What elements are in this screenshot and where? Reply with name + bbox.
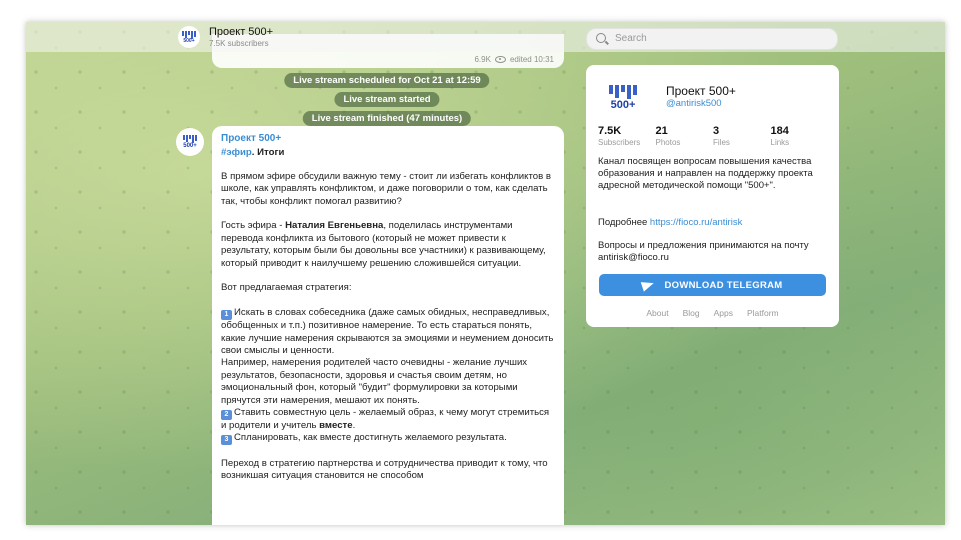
footer-link-blog[interactable]: Blog	[683, 308, 700, 318]
edited-time: edited 10:31	[509, 55, 554, 64]
download-telegram-button[interactable]: DOWNLOAD TELEGRAM	[599, 274, 826, 296]
number-3-icon: 3	[221, 435, 232, 446]
search-icon	[596, 33, 606, 43]
telegram-web-window: 6.9K edited 10:31 500+ Проект 500+ 7.5K …	[26, 22, 945, 525]
footer-link-platform[interactable]: Platform	[747, 308, 779, 318]
search-input[interactable]	[613, 32, 827, 45]
strategy-step-3: 3 Спланировать, как вместе достигнуть жел…	[221, 432, 555, 446]
post-paragraph: Переход в стратегию партнерства и сотруд…	[221, 457, 548, 482]
stat-links[interactable]: 184 Links	[771, 125, 829, 147]
service-message-scheduled: Live stream scheduled for Oct 21 at 12:5…	[284, 73, 490, 88]
more-info: Подробнее https://fioco.ru/antirisk	[598, 217, 743, 228]
views-count: 6.9K	[474, 55, 491, 64]
eye-icon	[494, 56, 506, 63]
post-paragraph: Гость эфира - Наталия Евгеньевна, подели…	[221, 220, 546, 269]
more-info-link[interactable]: https://fioco.ru/antirisk	[650, 217, 742, 228]
strategy-step-2: 2 Ставить совместную цель - желаемый обра…	[221, 407, 550, 432]
channel-post: Проект 500+ #эфир. Итоги В прямом эфире …	[212, 126, 564, 525]
subscriber-count: 7.5K subscribers	[209, 39, 269, 48]
guest-name: Наталия Евгеньевна	[285, 220, 384, 232]
footer-link-about[interactable]: About	[646, 308, 668, 318]
strategy-step-1: 1 Искать в словах собеседника (даже самых…	[221, 307, 554, 357]
card-title: Проект 500+	[666, 84, 736, 98]
channel-avatar[interactable]: 500+	[178, 26, 200, 48]
card-avatar: 500+	[600, 75, 646, 121]
service-message-finished: Live stream finished (47 minutes)	[302, 111, 472, 126]
footer-link-apps[interactable]: Apps	[714, 308, 733, 318]
logo-text: 500+	[610, 99, 636, 111]
hashtag-link[interactable]: #эфир	[221, 147, 252, 158]
headline-text: . Итоги	[251, 147, 285, 159]
paper-plane-icon	[641, 278, 656, 292]
post-paragraph: В прямом эфире обсудили важную тему - ст…	[221, 170, 551, 207]
number-1-icon: 1	[221, 310, 232, 321]
logo-bars-icon	[183, 135, 197, 143]
logo-text: 500+	[183, 143, 197, 149]
channel-title[interactable]: Проект 500+	[209, 26, 273, 38]
post-avatar[interactable]: 500+	[176, 128, 204, 156]
logo-bars-icon	[609, 85, 637, 99]
contact-info: Вопросы и предложения принимаются на поч…	[598, 240, 809, 263]
post-paragraph: Вот предлагаемая стратегия:	[221, 282, 352, 294]
card-handle[interactable]: @antirisk500	[666, 98, 722, 109]
number-2-icon: 2	[221, 410, 232, 421]
service-message-started: Live stream started	[334, 92, 440, 107]
download-label: DOWNLOAD TELEGRAM	[664, 279, 783, 291]
stat-subscribers: 7.5K Subscribers	[598, 125, 641, 147]
stat-photos[interactable]: 21 Photos	[656, 125, 714, 147]
search-box[interactable]	[586, 28, 838, 50]
channel-stats: 7.5K Subscribers 21 Photos 3 Files 184 Links	[598, 125, 828, 147]
stat-files[interactable]: 3 Files	[713, 125, 771, 147]
previous-message-meta: 6.9K edited 10:31	[474, 55, 554, 64]
strategy-example: Например, намерения родителей часто очев…	[221, 357, 528, 406]
logo-text: 500+	[183, 37, 195, 44]
footer-links: About Blog Apps Platform	[586, 308, 839, 318]
post-headline: #эфир. Итоги	[221, 147, 555, 159]
channel-info-card: 500+ Проект 500+ @antirisk500 7.5K Subscr…	[586, 65, 839, 327]
channel-description: Канал посвящен вопросам повышения качест…	[598, 156, 813, 191]
chat-header: 500+ Проект 500+ 7.5K subscribers	[26, 22, 945, 52]
post-author[interactable]: Проект 500+	[221, 133, 555, 145]
